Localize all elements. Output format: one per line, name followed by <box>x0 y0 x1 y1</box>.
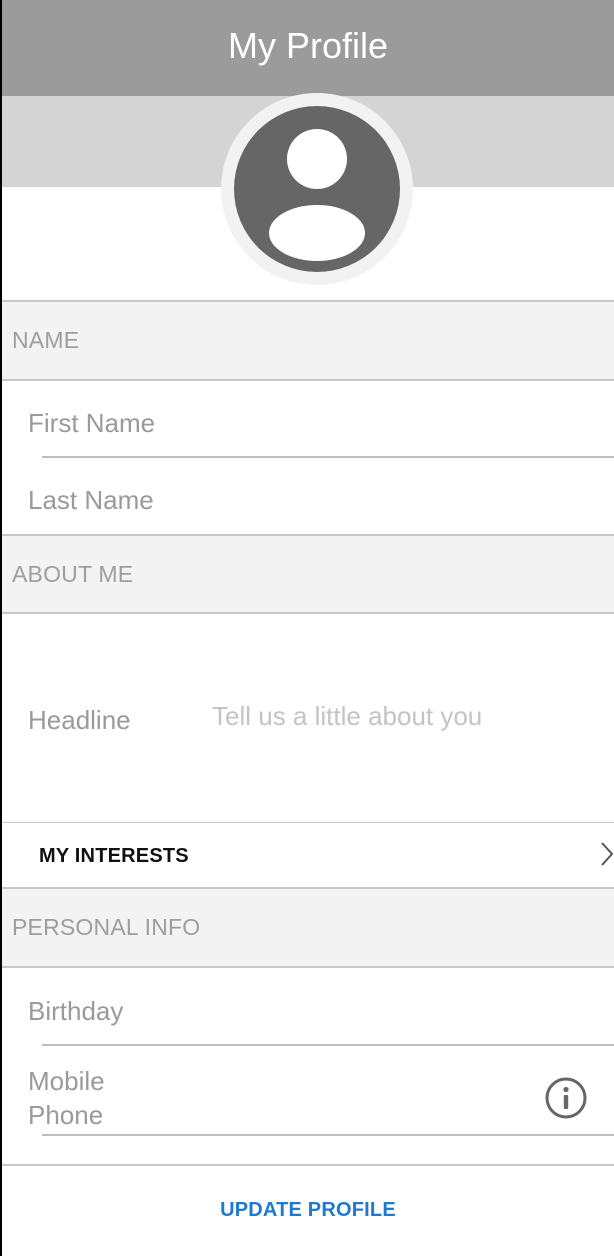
chevron-right-icon <box>601 842 614 866</box>
avatar[interactable] <box>234 106 400 272</box>
field-underline <box>42 1044 614 1046</box>
section-label: NAME <box>12 327 80 353</box>
headline-input[interactable]: Tell us a little about you <box>212 701 482 732</box>
section-header-about: ABOUT ME <box>2 536 614 613</box>
my-interests-row[interactable]: MY INTERESTS <box>2 823 614 888</box>
last-name-field[interactable]: Last Name <box>28 485 154 516</box>
headline-label: Headline <box>28 705 131 735</box>
update-profile-button[interactable]: UPDATE PROFILE <box>2 1165 614 1256</box>
section-label: PERSONAL INFO <box>12 914 201 940</box>
field-underline <box>42 1134 614 1136</box>
divider <box>2 379 614 381</box>
divider <box>2 966 614 968</box>
divider <box>2 612 614 614</box>
update-profile-label: UPDATE PROFILE <box>220 1199 396 1221</box>
page-title: My Profile <box>227 25 389 66</box>
first-name-field[interactable]: First Name <box>28 408 155 439</box>
birthday-field[interactable]: Birthday <box>28 996 123 1027</box>
my-interests-label: MY INTERESTS <box>39 845 189 867</box>
user-avatar-icon <box>269 129 365 261</box>
profile-screen: My Profile NAME First Name Last Name ABO… <box>0 0 614 1256</box>
section-label: ABOUT ME <box>12 561 134 587</box>
section-header-personal: PERSONAL INFO <box>2 889 614 966</box>
mobile-phone-label-line1: Mobile <box>28 1066 105 1096</box>
section-header-name: NAME <box>2 302 614 379</box>
info-icon[interactable] <box>544 1076 588 1120</box>
app-header: My Profile <box>2 0 614 96</box>
field-underline <box>42 456 614 458</box>
mobile-phone-label-line2: Phone <box>28 1100 104 1130</box>
